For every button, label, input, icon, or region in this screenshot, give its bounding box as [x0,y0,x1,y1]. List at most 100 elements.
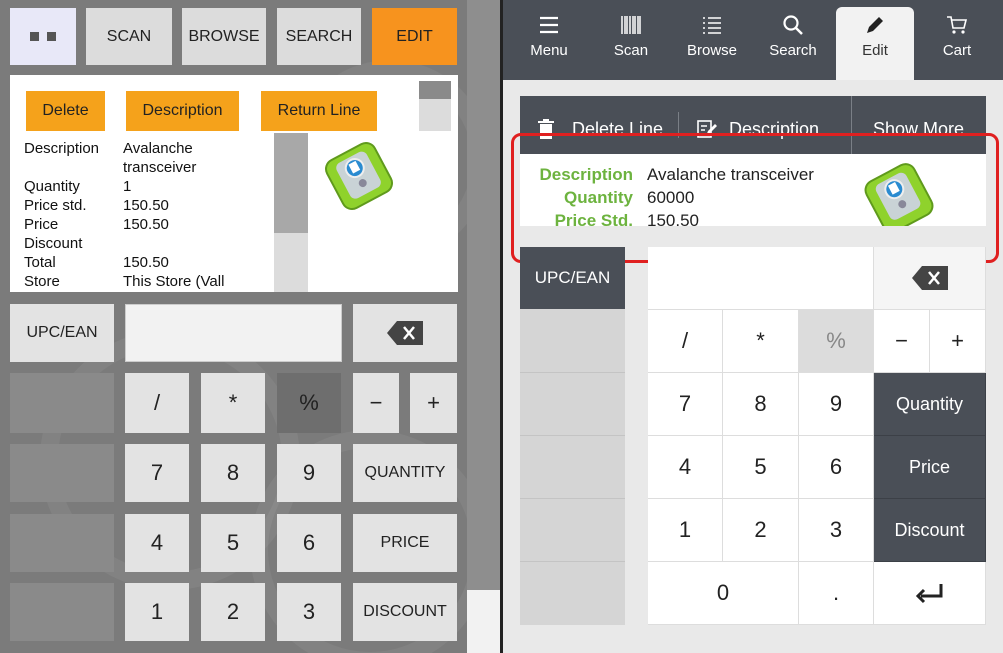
key-7[interactable]: 7 [648,373,723,436]
nav-search[interactable]: Search [754,0,832,80]
detail-value: 150.50 [123,216,169,233]
key-9[interactable]: 9 [799,373,874,436]
search-icon [783,15,803,35]
detail-value: 150.50 [123,197,169,214]
minus-key[interactable]: − [874,310,930,373]
detail-label: Price std. [24,197,87,214]
blank-key [10,444,114,502]
nav-browse[interactable]: Browse [673,0,751,80]
enter-icon [915,584,942,604]
quantity-key[interactable]: Quantity [874,373,986,436]
nav-search-label: Search [769,42,817,59]
key-2[interactable]: 2 [201,583,265,641]
percent-key[interactable]: % [277,373,341,433]
key-8[interactable]: 8 [201,444,265,502]
edit-tab[interactable]: EDIT [372,8,457,65]
top-nav: Menu Scan Browse Search Edit Cart [503,0,1003,80]
grid-icon [47,32,56,41]
key-7[interactable]: 7 [125,444,189,502]
nav-cart-label: Cart [942,42,972,59]
numeric-keypad: / * % − + 7 8 9 Quantity 4 5 6 Price 1 2… [648,247,986,625]
backspace-icon [911,266,948,290]
key-4[interactable]: 4 [125,514,189,572]
blank-key [520,373,625,436]
key-0[interactable]: 0 [648,562,799,625]
detail-row: Store This Store (Vall [24,272,274,291]
backspace-button[interactable] [874,247,986,310]
side-gutter [467,0,500,653]
delete-button[interactable]: Delete [26,91,105,131]
discount-key[interactable]: Discount [874,499,986,562]
nav-cart[interactable]: Cart [918,0,996,80]
plus-key[interactable]: + [930,310,986,373]
scan-tab[interactable]: SCAN [86,8,172,65]
detail-value: Avalanche transceiver [123,140,197,176]
key-6[interactable]: 6 [277,514,341,572]
multiply-key[interactable]: * [723,310,799,373]
discount-key[interactable]: DISCOUNT [353,583,457,641]
legacy-pos-panel: SCAN BROWSE SEARCH EDIT Delete Descripti… [0,0,500,653]
detail-value: 1 [123,178,132,195]
pencil-icon [867,17,883,33]
percent-key[interactable]: % [799,310,874,373]
grid-icon [30,32,39,41]
search-tab[interactable]: SEARCH [277,8,361,65]
key-2[interactable]: 2 [723,499,799,562]
backspace-button[interactable] [353,304,457,362]
blank-key [10,583,114,641]
highlight-box [511,133,999,263]
input-field[interactable] [125,304,342,362]
blank-key [10,514,114,572]
detail-row: Price Discount 150.50 [24,215,274,253]
browse-tab[interactable]: BROWSE [182,8,266,65]
divide-key[interactable]: / [648,310,723,373]
divide-key[interactable]: / [125,373,189,433]
list-icon [703,17,721,34]
nav-browse-label: Browse [686,42,738,59]
decimal-key[interactable]: . [799,562,874,625]
return-line-button[interactable]: Return Line [261,91,377,131]
detail-row: Price std. 150.50 [24,196,274,215]
nav-edit[interactable]: Edit [836,7,914,80]
plus-key[interactable]: + [410,373,457,433]
key-5[interactable]: 5 [201,514,265,572]
barcode-icon [621,16,641,34]
price-key[interactable]: Price [874,436,986,499]
grid-menu-button[interactable] [10,8,76,65]
detail-label: Total [24,254,56,271]
key-9[interactable]: 9 [277,444,341,502]
key-8[interactable]: 8 [723,373,799,436]
key-5[interactable]: 5 [723,436,799,499]
line-details-panel: Delete Description Return Line Descripti… [10,75,458,292]
detail-value: 150.50 [123,254,169,271]
key-4[interactable]: 4 [648,436,723,499]
nav-menu-label: Menu [530,42,568,59]
nav-menu[interactable]: Menu [510,0,588,80]
detail-label: Price Discount [24,216,83,252]
details-scrollbar[interactable] [274,133,308,292]
modern-pos-panel: Menu Scan Browse Search Edit Cart Delete… [503,0,1003,653]
price-key[interactable]: PRICE [353,514,457,572]
side-gutter-bottom [467,590,500,653]
enter-key[interactable] [874,562,986,625]
nav-edit-label: Edit [862,42,888,59]
key-6[interactable]: 6 [799,436,874,499]
multiply-key[interactable]: * [201,373,265,433]
key-1[interactable]: 1 [648,499,723,562]
detail-value: This Store (Vall [123,273,225,290]
product-image [325,142,393,210]
detail-label: Description [24,140,100,157]
key-1[interactable]: 1 [125,583,189,641]
detail-label: Quantity [24,178,80,195]
panel-scrollbar[interactable] [419,81,451,131]
upc-ean-key[interactable]: UPC/EAN [520,247,625,309]
cart-icon [947,16,968,34]
key-3[interactable]: 3 [799,499,874,562]
minus-key[interactable]: − [353,373,399,433]
upc-ean-key[interactable]: UPC/EAN [10,304,114,362]
description-button[interactable]: Description [126,91,239,131]
quantity-key[interactable]: QUANTITY [353,444,457,502]
key-3[interactable]: 3 [277,583,341,641]
input-field[interactable] [648,247,874,310]
nav-scan[interactable]: Scan [592,0,670,80]
